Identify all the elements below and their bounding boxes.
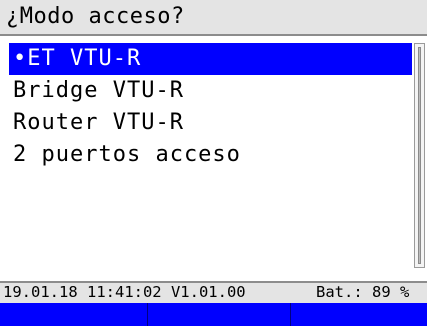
menu-item-label: •ET VTU-R <box>13 46 142 71</box>
battery-status: Bat.: 89 % <box>316 283 410 301</box>
scrollbar-thumb[interactable] <box>418 47 421 264</box>
access-mode-list: •ET VTU-R Bridge VTU-R Router VTU-R 2 pu… <box>9 43 412 171</box>
softkey-3[interactable] <box>291 303 427 326</box>
status-bar: 19.01.18 11:41:02 V1.01.00 Bat.: 89 % <box>0 281 427 303</box>
list-scrollbar[interactable] <box>414 43 425 268</box>
menu-item-label: 2 puertos acceso <box>13 142 241 167</box>
status-datetime-version: 19.01.18 11:41:02 V1.01.00 <box>3 283 246 301</box>
device-screen: ¿Modo acceso? •ET VTU-R Bridge VTU-R Rou… <box>0 0 427 326</box>
softkey-bar <box>0 303 427 326</box>
softkey-2[interactable] <box>148 303 291 326</box>
menu-item-et-vtu-r[interactable]: •ET VTU-R <box>9 43 412 75</box>
page-title: ¿Modo acceso? <box>6 4 185 29</box>
menu-item-label: Router VTU-R <box>13 110 184 135</box>
menu-item-label: Bridge VTU-R <box>13 78 184 103</box>
menu-item-router-vtu-r[interactable]: Router VTU-R <box>9 107 412 139</box>
title-bar: ¿Modo acceso? <box>0 0 427 36</box>
menu-item-bridge-vtu-r[interactable]: Bridge VTU-R <box>9 75 412 107</box>
softkey-1[interactable] <box>0 303 148 326</box>
menu-item-2-puertos-acceso[interactable]: 2 puertos acceso <box>9 139 412 171</box>
